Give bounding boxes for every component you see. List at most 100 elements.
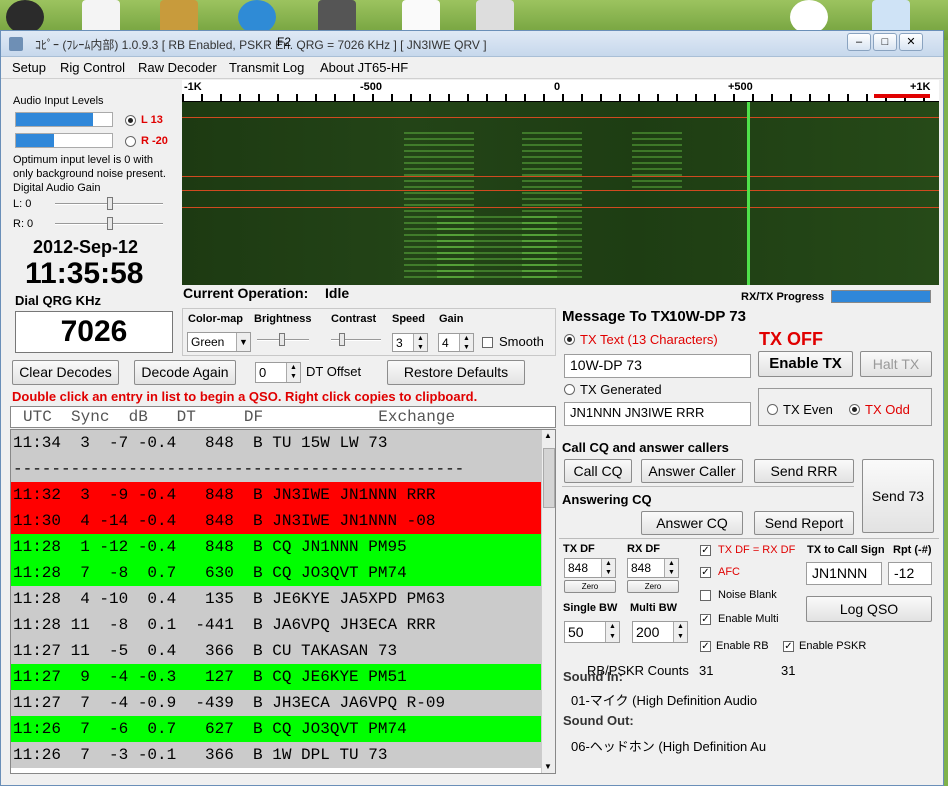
colormap-select[interactable]: Green ▼	[187, 332, 251, 352]
panda-icon[interactable]	[790, 0, 828, 34]
spinner-arrows-icon[interactable]: ▲ ▼	[459, 334, 473, 351]
spinner-arrows-icon[interactable]: ▲ ▼	[286, 363, 300, 382]
enable-tx-button[interactable]: Enable TX	[758, 351, 853, 377]
gain-r-slider[interactable]	[55, 217, 163, 230]
restore-defaults-button[interactable]: Restore Defaults	[387, 360, 525, 385]
decode-list[interactable]: 11:34 3 -7 -0.4 848 B TU 15W LW 73 ------…	[10, 429, 556, 774]
brightness-label: Brightness	[254, 313, 312, 325]
afc-checkbox[interactable]: ✓	[700, 567, 711, 578]
scrollbar-thumb[interactable]	[543, 448, 555, 508]
to-call-input[interactable]: JN1NNN	[806, 562, 882, 585]
decode-row[interactable]: 11:32 3 -9 -0.4 848 B JN3IWE JN1NNN RRR	[11, 482, 541, 508]
brightness-thumb[interactable]	[279, 333, 285, 346]
decode-row[interactable]: 11:28 7 -8 0.7 630 B CQ JO3QVT PM74	[11, 560, 541, 586]
right-channel-radio[interactable]	[125, 136, 136, 147]
decode-row[interactable]: 11:28 4 -10 0.4 135 B JE6KYE JA5XPD PM63	[11, 586, 541, 612]
tx-odd-radio[interactable]	[849, 404, 860, 415]
txdf-rxdf-checkbox[interactable]: ✓	[700, 545, 711, 556]
clock-icon[interactable]	[872, 0, 910, 34]
enable-pskr-checkbox[interactable]: ✓	[783, 641, 794, 652]
send-report-button[interactable]: Send Report	[754, 511, 854, 535]
menu-rig-control[interactable]: Rig Control	[60, 60, 125, 75]
spinner-arrows-icon[interactable]: ▲ ▼	[601, 559, 615, 577]
globe-icon[interactable]	[238, 0, 276, 34]
spinner-arrows-icon[interactable]: ▲ ▼	[413, 334, 427, 351]
left-channel-radio[interactable]	[125, 115, 136, 126]
document-icon[interactable]	[82, 0, 120, 34]
sound-in-label: Sound In:	[563, 669, 623, 684]
gain-l-thumb[interactable]	[107, 197, 113, 210]
sound-out-device[interactable]: 06-ヘッドホン (High Definition Au	[571, 736, 766, 755]
rx-df-zero-button[interactable]: Zero	[627, 580, 679, 593]
decode-row[interactable]: 11:26 7 -3 -0.1 366 B 1W DPL TU 73	[11, 742, 541, 768]
spinner-arrows-icon[interactable]: ▲ ▼	[664, 559, 678, 577]
rx-df-spinner[interactable]: 848 ▲ ▼	[627, 558, 679, 578]
send-rrr-button[interactable]: Send RRR	[754, 459, 854, 483]
minimize-button[interactable]: –	[847, 33, 871, 51]
decode-row[interactable]: 11:27 7 -4 -0.9 -439 B JH3ECA JA6VPQ R-0…	[11, 690, 541, 716]
paw-icon[interactable]	[6, 0, 44, 34]
close-button[interactable]: ✕	[899, 33, 923, 51]
qrg-value[interactable]: 7026	[15, 311, 173, 353]
enable-multi-checkbox[interactable]: ✓	[700, 614, 711, 625]
menu-raw-decoder[interactable]: Raw Decoder	[138, 60, 217, 75]
gain-spinner[interactable]: 4 ▲ ▼	[438, 333, 474, 352]
brightness-slider[interactable]	[257, 333, 309, 346]
tx-text-input[interactable]: 10W-DP 73	[564, 354, 751, 378]
halt-tx-button[interactable]: Halt TX	[860, 351, 932, 377]
decode-row[interactable]: ----------------------------------------…	[11, 456, 541, 482]
waterfall[interactable]: -1K -500 0 +500 +1K	[182, 80, 939, 285]
single-bw-label: Single BW	[563, 602, 618, 614]
menu-about[interactable]: About JT65-HF	[320, 60, 408, 75]
gain-r-thumb[interactable]	[107, 217, 113, 230]
smooth-checkbox[interactable]	[482, 337, 493, 348]
menu-transmit-log[interactable]: Transmit Log	[229, 60, 304, 75]
text-file-icon[interactable]	[402, 0, 440, 34]
scroll-down-icon[interactable]: ▼	[544, 762, 552, 771]
spinner-arrows-icon[interactable]: ▲ ▼	[605, 622, 619, 642]
tx-even-radio[interactable]	[767, 404, 778, 415]
contrast-thumb[interactable]	[339, 333, 345, 346]
film-icon[interactable]	[318, 0, 356, 34]
tx-generated-input[interactable]: JN1NNN JN3IWE RRR	[564, 402, 751, 426]
send-73-button[interactable]: Send 73	[862, 459, 934, 533]
speed-spinner[interactable]: 3 ▲ ▼	[392, 333, 428, 352]
maximize-button[interactable]: □	[873, 33, 897, 51]
app-window-icon[interactable]	[476, 0, 514, 34]
tx-df-zero-button[interactable]: Zero	[564, 580, 616, 593]
single-bw-spinner[interactable]: 50 ▲ ▼	[564, 621, 620, 643]
spinner-arrows-icon[interactable]: ▲ ▼	[673, 622, 687, 642]
decode-row[interactable]: 11:28 11 -8 0.1 -441 B JA6VPQ JH3ECA RRR	[11, 612, 541, 638]
decode-row[interactable]: 11:26 7 -6 0.7 627 B CQ JO3QVT PM74	[11, 716, 541, 742]
multi-bw-spinner[interactable]: 200 ▲ ▼	[632, 621, 688, 643]
call-cq-button[interactable]: Call CQ	[564, 459, 632, 483]
decode-list-scrollbar[interactable]: ▲ ▼	[541, 430, 555, 773]
enable-rb-checkbox[interactable]: ✓	[700, 641, 711, 652]
list-hint: Double click an entry in list to begin a…	[12, 389, 478, 404]
decode-row[interactable]: 11:28 1 -12 -0.4 848 B CQ JN1NNN PM95	[11, 534, 541, 560]
log-qso-button[interactable]: Log QSO	[806, 596, 932, 622]
tx-df-spinner[interactable]: 848 ▲ ▼	[564, 558, 616, 578]
title-bar[interactable]: ｺﾋﾟｰ (ﾌﾚｰﾑ内部) 1.0.9.3 [ RB Enabled, PSKR…	[1, 31, 943, 57]
answer-cq-button[interactable]: Answer CQ	[641, 511, 743, 535]
clear-decodes-button[interactable]: Clear Decodes	[12, 360, 119, 385]
decode-row[interactable]: 11:34 3 -7 -0.4 848 B TU 15W LW 73	[11, 430, 541, 456]
decode-again-button[interactable]: Decode Again	[134, 360, 236, 385]
noise-blank-checkbox[interactable]	[700, 590, 711, 601]
answer-caller-button[interactable]: Answer Caller	[641, 459, 743, 483]
menu-setup[interactable]: Setup	[12, 60, 46, 75]
decode-row[interactable]: 11:27 9 -4 -0.3 127 B CQ JE6KYE PM51	[11, 664, 541, 690]
right-level-meter	[15, 133, 113, 148]
folder-icon[interactable]	[160, 0, 198, 34]
sound-in-device[interactable]: 01-マイク (High Definition Audio	[571, 690, 757, 709]
gain-l-slider[interactable]	[55, 197, 163, 210]
rpt-input[interactable]: -12	[888, 562, 932, 585]
scroll-up-icon[interactable]: ▲	[544, 431, 552, 440]
dt-offset-spinner[interactable]: 0 ▲ ▼	[255, 362, 301, 383]
tx-text-radio[interactable]	[564, 334, 575, 345]
tx-generated-radio[interactable]	[564, 384, 575, 395]
contrast-slider[interactable]	[331, 333, 381, 346]
chevron-down-icon[interactable]: ▼	[236, 333, 250, 351]
decode-row[interactable]: 11:30 4 -14 -0.4 848 B JN3IWE JN1NNN -08	[11, 508, 541, 534]
decode-row[interactable]: 11:27 11 -5 0.4 366 B CU TAKASAN 73	[11, 638, 541, 664]
